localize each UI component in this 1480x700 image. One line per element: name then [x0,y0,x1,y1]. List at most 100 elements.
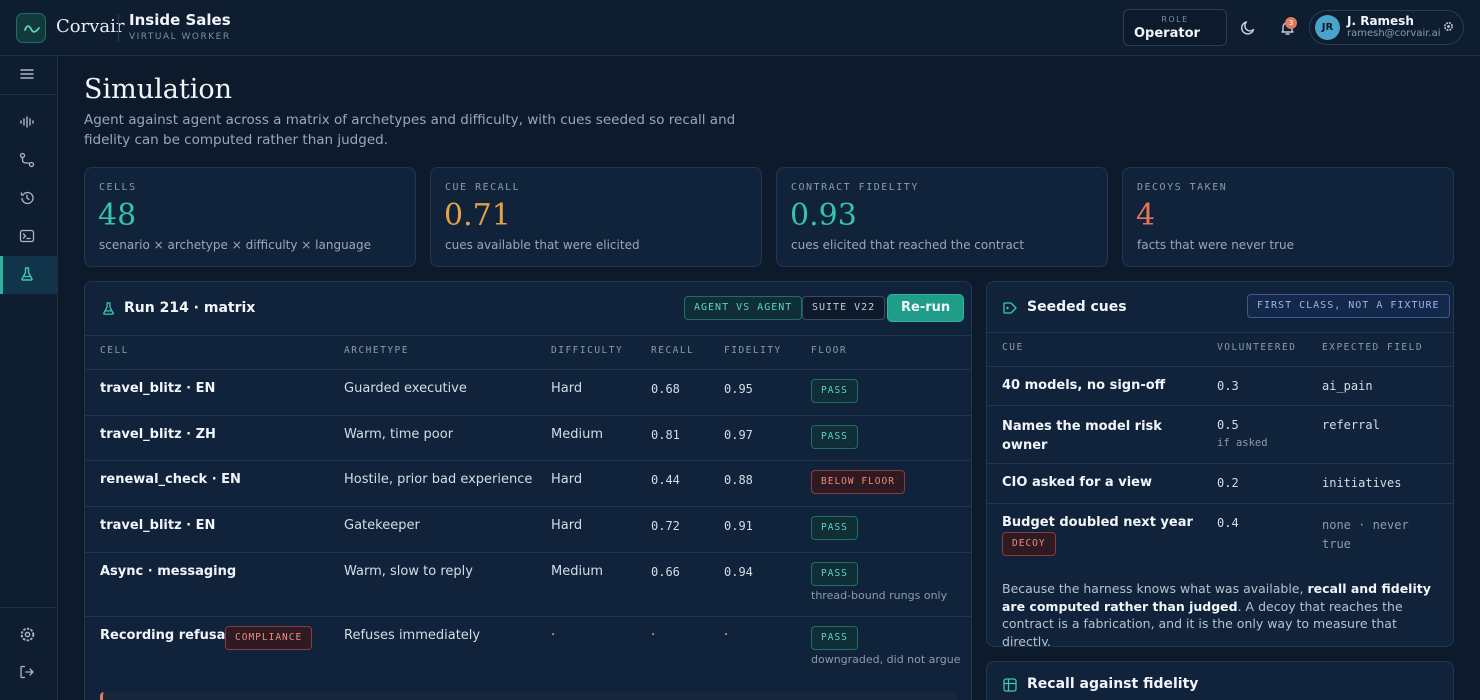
col-header-fidelity: FIDELITY [724,345,782,356]
compliance-tag: COMPLIANCE [225,626,313,650]
stat-label: CONTRACT FIDELITY [791,182,919,193]
row-recall: 0.66 [651,565,680,579]
moon-icon[interactable] [1240,19,1257,36]
col-header-expected-field: EXPECTED FIELD [1322,342,1424,353]
col-header-recall: RECALL [651,345,695,356]
stat-card-cells: CELLS 48 scenario × archetype × difficul… [84,167,416,267]
cues-title: Seeded cues [1027,299,1127,315]
stat-description: scenario × archetype × difficulty × lang… [99,238,372,252]
divider [987,332,1453,333]
row-cell: travel_blitz · EN [100,381,216,396]
cue-volunteered-note: if asked [1217,437,1268,449]
cue-name: CIO asked for a view [1002,475,1152,490]
floor-note: thread-bound rungs only [811,589,948,602]
divider [85,552,971,553]
page-description: Agent against agent across a matrix of a… [84,112,736,148]
row-archetype: Refuses immediately [344,628,481,643]
brand-divider [118,14,119,42]
row-cell: travel_blitz · ZH [100,427,216,442]
cues-footer: Because the harness knows what was avail… [1002,581,1431,647]
row-fidelity: 0.91 [724,519,753,533]
stat-description: cues available that were elicited [445,238,640,252]
floor-badge: BELOW FLOOR [811,470,905,494]
sidebar-menu-toggle[interactable] [0,56,57,94]
divider [85,616,971,617]
stat-label: CUE RECALL [445,182,521,193]
cue-name: Names the model risk owner [1002,419,1162,453]
row-archetype: Gatekeeper [344,518,420,533]
stat-description: cues elicited that reached the contract [791,238,1025,252]
tag-icon [1003,302,1017,314]
sidebar-item-simulation[interactable] [0,256,57,294]
first-class-chip[interactable]: FIRST CLASS, NOT A FIXTURE [1247,294,1450,318]
user-name: J. Ramesh [1347,14,1414,28]
flask-icon [21,267,33,281]
cue-volunteered: 0.5 [1217,418,1239,432]
col-header-floor: FLOOR [811,345,848,356]
rerun-button[interactable]: Re-run [887,294,965,322]
flask-icon [103,302,114,315]
cue-field: none · never true [1322,518,1409,551]
row-difficulty: Hard [551,381,583,396]
cue-name: 40 models, no sign-off [1002,378,1166,393]
sidebar-item-settings[interactable] [0,616,57,654]
avatar: JR [1315,15,1340,40]
divider [85,369,971,370]
decoy-tag: DECOY [1002,532,1056,556]
recall-fidelity-title: Recall against fidelity [1027,676,1199,692]
row-cell: Recording refusal [100,628,230,643]
row-difficulty: · [551,628,556,643]
stat-card-cue-recall: CUE RECALL 0.71 cues available that were… [430,167,762,267]
row-difficulty: Hard [551,518,583,533]
row-fidelity: 0.97 [724,428,753,442]
cue-field: initiatives [1322,476,1402,490]
row-difficulty: Medium [551,564,603,579]
row-archetype: Hostile, prior bad experience [344,472,533,487]
app-subtitle: VIRTUAL WORKER [129,32,231,42]
role-value: Operator [1134,26,1200,41]
settings-icon [20,627,35,642]
mode-chip[interactable]: AGENT VS AGENT [684,296,803,320]
divider [85,506,971,507]
divider [987,463,1453,464]
sidebar-item-voice[interactable] [0,104,57,142]
cue-volunteered: 0.3 [1217,379,1239,393]
waveform-icon [20,116,34,128]
sidebar-item-history[interactable] [0,180,57,218]
app-title: Inside Sales [129,11,231,29]
sidebar-item-logout[interactable] [0,654,57,692]
row-fidelity: 0.95 [724,382,753,396]
col-header-difficulty: DIFFICULTY [551,345,624,356]
gear-icon [1444,22,1453,31]
sidebar-item-routes[interactable] [0,142,57,180]
top-bar: Corvair Inside Sales VIRTUAL WORKER ROLE… [0,0,1480,56]
divider [987,405,1453,406]
role-selector[interactable]: ROLE Operator [1123,9,1227,46]
logout-icon [20,665,34,679]
row-fidelity: 0.94 [724,565,753,579]
stat-card-decoys-taken: DECOYS TAKEN 4 facts that were never tru… [1122,167,1454,267]
seeded-cues-card: Seeded cues FIRST CLASS, NOT A FIXTURE C… [986,281,1454,647]
cue-field: ai_pain [1322,379,1373,393]
sidebar [0,56,58,700]
user-menu[interactable]: JR J. Ramesh ramesh@corvair.ai [1309,10,1464,45]
floor-badge: PASS [811,425,858,449]
col-header-volunteered: VOLUNTEERED [1217,342,1297,353]
row-recall: 0.68 [651,382,680,396]
row-difficulty: Medium [551,427,603,442]
run-title: Run 214 · matrix [124,300,256,316]
row-archetype: Guarded executive [344,381,467,396]
divider [987,366,1453,367]
divider [85,335,971,336]
row-difficulty: Hard [551,472,583,487]
sidebar-item-terminal[interactable] [0,218,57,256]
row-fidelity: 0.88 [724,473,753,487]
callout-box [100,692,957,700]
suite-chip[interactable]: SUITE V22 [802,296,886,320]
stat-value: 48 [98,198,137,233]
stat-description: facts that were never true [1137,238,1295,252]
col-header-archetype: ARCHETYPE [344,345,409,356]
logo[interactable] [16,13,46,43]
cue-volunteered: 0.4 [1217,516,1239,530]
col-header-cue: CUE [1002,342,1024,353]
